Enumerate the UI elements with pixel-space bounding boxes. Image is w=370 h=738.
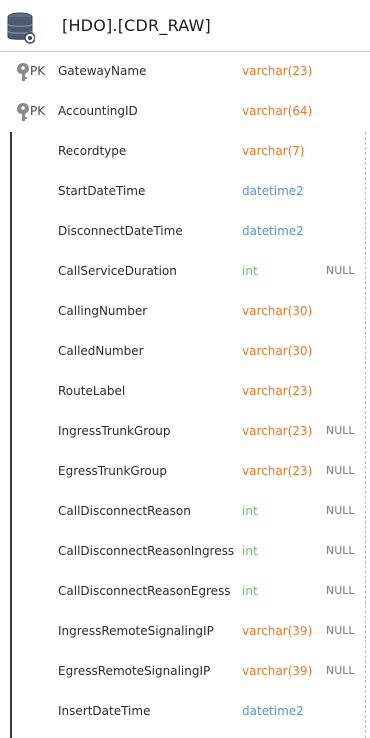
primary-key-label: PK <box>30 64 46 78</box>
column-data-type: int <box>242 504 258 518</box>
table-title: [HDO].[CDR_RAW] <box>62 16 211 35</box>
column-data-type: int <box>242 584 258 598</box>
column-row[interactable]: RouteLabel varchar(23) <box>0 372 370 412</box>
column-data-type: datetime2 <box>242 224 304 238</box>
column-data-type: varchar(30) <box>242 344 313 358</box>
column-row[interactable]: InsertDateTime datetime2 <box>0 692 370 732</box>
column-name: CallServiceDuration <box>58 264 177 278</box>
column-name: DisconnectDateTime <box>58 224 183 238</box>
nullable-flag: NULL <box>326 624 355 637</box>
nullable-flag: NULL <box>326 664 355 677</box>
nullable-flag: NULL <box>326 504 355 517</box>
column-name: CallDisconnectReasonEgress <box>58 584 231 598</box>
attribute-section: Recordtype varchar(7) StartDateTime datetim… <box>0 132 370 738</box>
column-name: EgressRemoteSignalingIP <box>58 664 211 678</box>
column-row[interactable]: CallDisconnectReason int NULL <box>0 492 370 532</box>
column-row[interactable]: CallServiceDuration int NULL <box>0 252 370 292</box>
column-name: CallDisconnectReasonIngress <box>58 544 235 558</box>
table-entity[interactable]: [HDO].[CDR_RAW] PK GatewayName varchar(23)… <box>0 0 370 738</box>
column-name: Recordtype <box>58 144 127 158</box>
table-header[interactable]: [HDO].[CDR_RAW] <box>0 0 370 52</box>
nullable-flag: NULL <box>326 264 355 277</box>
column-name: RouteLabel <box>58 384 126 398</box>
nullable-flag: NULL <box>326 464 355 477</box>
column-row[interactable]: EgressTrunkGroup varchar(23) NULL <box>0 452 370 492</box>
column-name: CallingNumber <box>58 304 148 318</box>
column-data-type: int <box>242 264 258 278</box>
column-row[interactable]: IngressTrunkGroup varchar(23) NULL <box>0 412 370 452</box>
column-name: IngressTrunkGroup <box>58 424 171 438</box>
nullable-flag: NULL <box>326 544 355 557</box>
column-name: CallDisconnectReason <box>58 504 191 518</box>
column-row[interactable]: EgressRemoteSignalingIP varchar(39) NULL <box>0 652 370 692</box>
column-name: GatewayName <box>58 64 147 78</box>
column-data-type: varchar(39) <box>242 664 313 678</box>
column-name: InsertDateTime <box>58 704 151 718</box>
column-data-type: datetime2 <box>242 704 304 718</box>
column-name: AccountingID <box>58 104 138 118</box>
column-data-type: varchar(23) <box>242 64 313 78</box>
column-row[interactable]: StartDateTime datetime2 <box>0 172 370 212</box>
column-data-type: varchar(23) <box>242 464 313 478</box>
column-row[interactable]: CallDisconnectReasonEgress int NULL <box>0 572 370 612</box>
column-name: StartDateTime <box>58 184 146 198</box>
key-icon <box>17 63 29 81</box>
column-row[interactable]: PK GatewayName varchar(23) <box>0 52 370 92</box>
nullable-flag: NULL <box>326 584 355 597</box>
column-data-type: varchar(7) <box>242 144 305 158</box>
column-row[interactable]: PK AccountingID varchar(64) <box>0 92 370 132</box>
column-row[interactable]: IngressRemoteSignalingIP varchar(39) NULL <box>0 612 370 652</box>
key-icon <box>17 103 29 121</box>
column-data-type: varchar(64) <box>242 104 313 118</box>
column-name: EgressTrunkGroup <box>58 464 167 478</box>
column-row[interactable]: CalledNumber varchar(30) <box>0 332 370 372</box>
column-data-type: varchar(23) <box>242 424 313 438</box>
nullable-flag: NULL <box>326 424 355 437</box>
database-icon <box>7 12 35 44</box>
column-name: IngressRemoteSignalingIP <box>58 624 214 638</box>
column-row[interactable]: Recordtype varchar(7) <box>0 132 370 172</box>
column-row[interactable]: CallDisconnectReasonIngress int NULL <box>0 532 370 572</box>
column-name: CalledNumber <box>58 344 144 358</box>
column-data-type: datetime2 <box>242 184 304 198</box>
primary-key-section: PK GatewayName varchar(23) PK AccountingID va… <box>0 52 370 132</box>
column-data-type: int <box>242 544 258 558</box>
column-data-type: varchar(39) <box>242 624 313 638</box>
primary-key-label: PK <box>30 104 46 118</box>
column-row[interactable]: CallingNumber varchar(30) <box>0 292 370 332</box>
column-data-type: varchar(23) <box>242 384 313 398</box>
column-data-type: varchar(30) <box>242 304 313 318</box>
column-row[interactable]: DisconnectDateTime datetime2 <box>0 212 370 252</box>
